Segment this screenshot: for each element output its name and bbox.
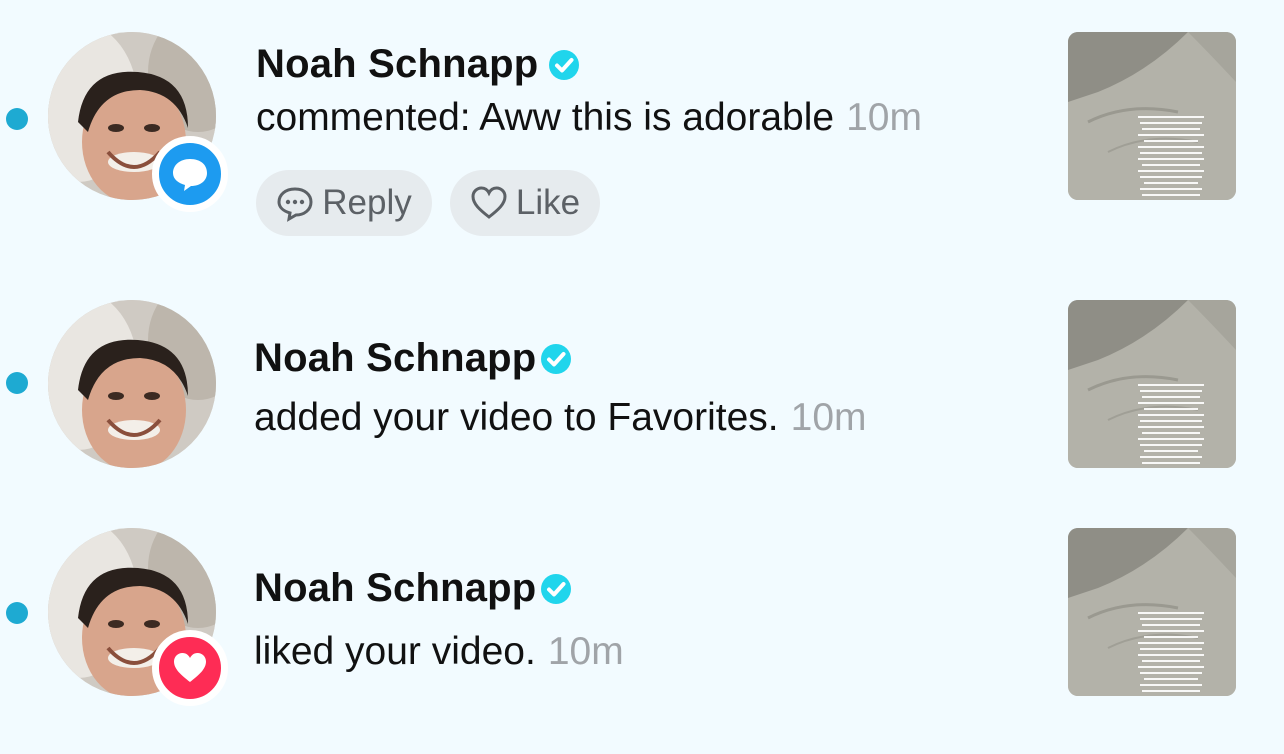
video-thumbnail[interactable] <box>1068 300 1236 468</box>
notification-message: liked your video. <box>254 630 536 673</box>
reply-button[interactable]: Reply <box>256 170 432 236</box>
video-thumbnail[interactable] <box>1068 528 1236 696</box>
unread-dot <box>6 602 28 624</box>
verified-badge-icon <box>540 343 572 375</box>
notification-favorite[interactable]: Noah Schnapp added your video to Favorit… <box>0 260 1284 488</box>
timestamp: 10m <box>846 96 922 139</box>
verified-badge-icon <box>548 49 580 81</box>
verified-badge-icon <box>540 573 572 605</box>
activity-notifications-list: Noah Schnapp commented: Aww this is ador… <box>0 0 1284 754</box>
video-thumbnail[interactable] <box>1068 32 1236 200</box>
video-thumbnail-image <box>1068 32 1236 200</box>
like-button[interactable]: Like <box>450 170 600 236</box>
timestamp: 10m <box>547 630 624 673</box>
unread-dot <box>6 108 28 130</box>
unread-dot <box>6 372 28 394</box>
username[interactable]: Noah Schnapp <box>254 336 536 381</box>
heart-outline-icon <box>470 184 508 222</box>
notification-comment[interactable]: Noah Schnapp commented: Aww this is ador… <box>0 0 1284 260</box>
video-thumbnail-image <box>1068 528 1236 696</box>
timestamp: 10m <box>790 396 867 439</box>
username[interactable]: Noah Schnapp <box>254 566 536 611</box>
avatar-photo <box>48 300 216 468</box>
username[interactable]: Noah Schnapp <box>256 42 538 87</box>
like-label: Like <box>515 183 581 222</box>
comment-outline-icon <box>276 184 314 222</box>
video-thumbnail-image <box>1068 300 1236 468</box>
notification-message: added your video to Favorites. <box>254 396 779 439</box>
notification-like[interactable]: Noah Schnapp liked your video. 10m <box>0 488 1284 754</box>
reply-label: Reply <box>322 183 412 222</box>
heart-icon <box>174 653 206 682</box>
like-badge <box>152 630 228 706</box>
comment-bubble-icon <box>173 159 207 191</box>
comment-badge <box>152 136 228 212</box>
notification-message: commented: Aww this is adorable <box>256 96 835 139</box>
avatar[interactable] <box>48 300 216 468</box>
